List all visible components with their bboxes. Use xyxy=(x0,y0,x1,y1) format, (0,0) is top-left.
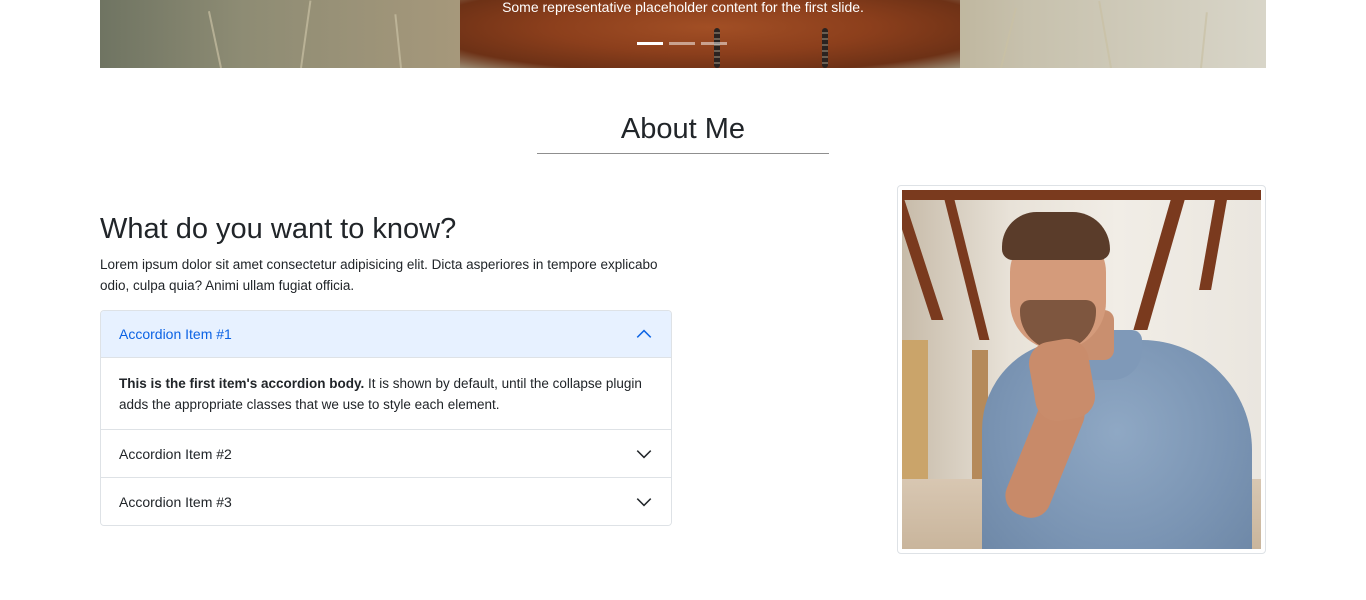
carousel-indicator-1[interactable] xyxy=(637,42,663,45)
profile-image xyxy=(902,190,1261,549)
accordion-item-1: Accordion Item #1 This is the first item… xyxy=(101,311,671,429)
carousel-image-strap xyxy=(714,28,720,68)
profile-image-frame xyxy=(897,185,1266,554)
carousel-indicators xyxy=(637,42,727,45)
photo-beam xyxy=(1133,200,1185,330)
accordion-body-strong: This is the first item's accordion body. xyxy=(119,376,365,391)
carousel-indicator-2[interactable] xyxy=(669,42,695,45)
hero-carousel[interactable]: Some representative placeholder content … xyxy=(100,0,1266,68)
accordion-item-3-header[interactable]: Accordion Item #3 xyxy=(101,478,671,525)
accordion-item-1-body: This is the first item's accordion body.… xyxy=(101,358,671,429)
carousel-caption: Some representative placeholder content … xyxy=(502,0,864,15)
accordion-item-3: Accordion Item #3 xyxy=(101,477,671,525)
carousel-image-strap xyxy=(822,28,828,68)
section-title: About Me xyxy=(537,108,829,154)
chevron-down-icon xyxy=(636,497,652,506)
chevron-up-icon xyxy=(636,329,652,338)
photo-beam xyxy=(1199,200,1227,290)
photo-beam xyxy=(944,200,990,340)
accordion-item-label: Accordion Item #2 xyxy=(119,445,232,462)
accordion: Accordion Item #1 This is the first item… xyxy=(100,310,672,526)
accordion-item-1-header[interactable]: Accordion Item #1 xyxy=(101,311,671,358)
page-heading: What do you want to know? xyxy=(100,213,457,245)
photo-beam xyxy=(902,190,1261,200)
intro-text: Lorem ipsum dolor sit amet consectetur a… xyxy=(100,257,658,293)
accordion-item-2-header[interactable]: Accordion Item #2 xyxy=(101,430,671,477)
photo-pillar xyxy=(902,340,928,490)
carousel-indicator-3[interactable] xyxy=(701,42,727,45)
photo-beam xyxy=(902,200,944,320)
photo-hair xyxy=(1002,212,1110,260)
accordion-item-label: Accordion Item #1 xyxy=(119,326,232,342)
accordion-item-label: Accordion Item #3 xyxy=(119,493,232,510)
chevron-down-icon xyxy=(636,449,652,458)
accordion-item-2: Accordion Item #2 xyxy=(101,429,671,477)
